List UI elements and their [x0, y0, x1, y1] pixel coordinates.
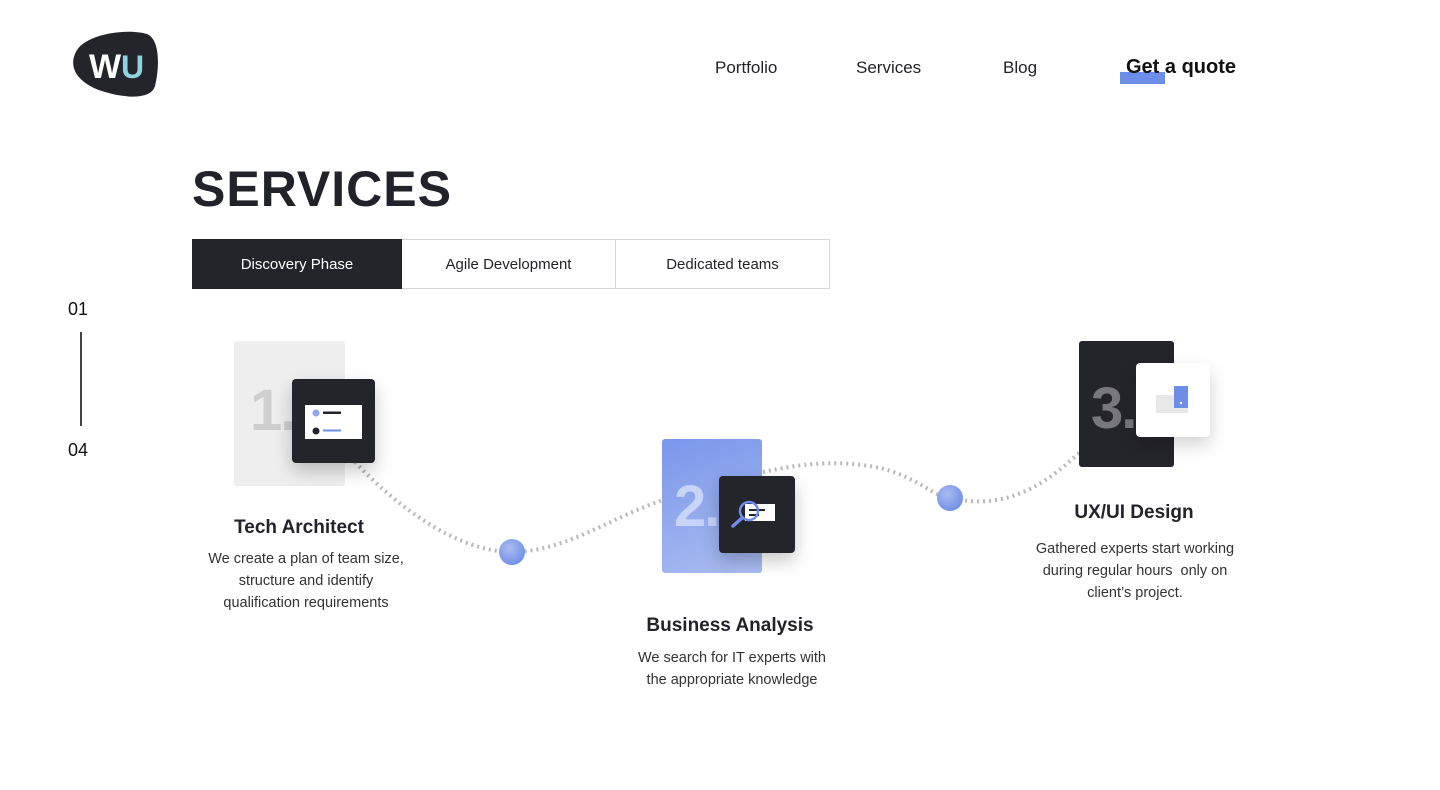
get-a-quote-button[interactable]: Get a quote	[1120, 56, 1237, 84]
logo-letter-u: U	[121, 49, 144, 85]
step-desc-2: We search for IT experts with the approp…	[600, 647, 864, 691]
step-number-1: 1.	[250, 378, 296, 443]
step-title-3: UX/UI Design	[1074, 502, 1194, 523]
step-number-3: 3.	[1091, 376, 1137, 441]
step-desc-1-line-3: qualification requirements	[223, 595, 389, 611]
step-desc-3-line-3: client’s project.	[1087, 585, 1183, 601]
tab-agile-development[interactable]: Agile Development	[402, 239, 616, 289]
wu-logo[interactable]: W U	[69, 30, 159, 98]
pager-divider	[80, 332, 82, 426]
step-desc-2-line-1: We search for IT experts with	[637, 650, 827, 666]
step-title-1: Tech Architect	[234, 517, 364, 538]
step-title-2: Business Analysis	[646, 615, 814, 636]
page-title: SERVICES	[192, 161, 452, 217]
list-card-icon	[292, 379, 375, 463]
step-number-2: 2.	[674, 474, 720, 539]
step-desc-3-line-2: during regular hours only on	[1042, 563, 1228, 579]
step-desc-1-line-2: structure and identify	[238, 573, 374, 589]
device-layout-icon	[1136, 363, 1210, 437]
curve-node-2	[937, 485, 963, 511]
step-desc-1-line-1: We create a plan of team size,	[208, 551, 404, 567]
tab-dedicated-teams[interactable]: Dedicated teams	[616, 239, 830, 289]
logo-letter-w: W	[89, 48, 122, 86]
step-desc-1: We create a plan of team size, structure…	[176, 548, 436, 614]
service-tabs: Discovery Phase Agile Development Dedica…	[192, 239, 830, 289]
nav-services[interactable]: Services	[856, 58, 921, 78]
nav-blog[interactable]: Blog	[1003, 58, 1037, 78]
pager-current: 01	[68, 299, 89, 319]
pager-total: 04	[68, 440, 89, 460]
step-desc-2-line-2: the appropriate knowledge	[646, 672, 818, 688]
search-card-icon	[719, 476, 795, 553]
step-desc-3-line-1: Gathered experts start working	[1035, 541, 1235, 557]
curve-node-1	[499, 539, 525, 565]
nav-portfolio[interactable]: Portfolio	[715, 58, 777, 78]
step-desc-3: Gathered experts start working during re…	[1000, 538, 1270, 604]
tab-discovery-phase[interactable]: Discovery Phase	[192, 239, 402, 289]
get-a-quote-label: Get a quote	[1126, 56, 1237, 78]
